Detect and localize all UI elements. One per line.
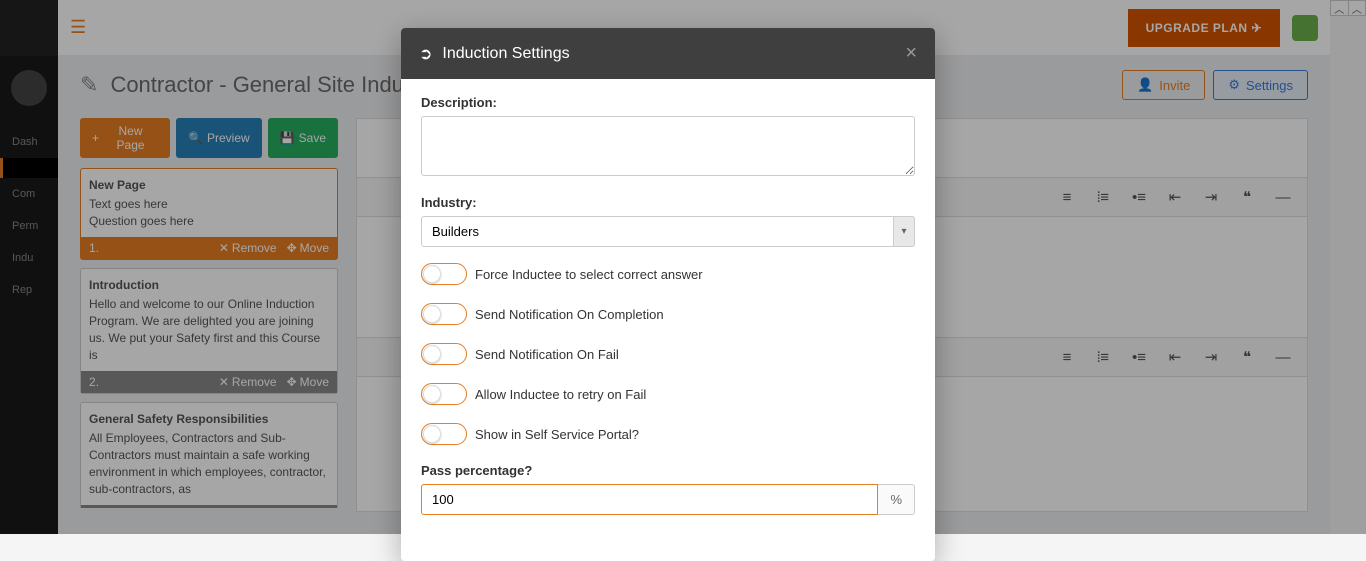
retry-label: Allow Inductee to retry on Fail	[475, 387, 646, 402]
industry-label: Industry:	[421, 195, 915, 210]
force-correct-toggle[interactable]	[421, 263, 467, 285]
notify-complete-toggle-row: Send Notification On Completion	[421, 303, 915, 325]
force-correct-label: Force Inductee to select correct answer	[475, 267, 703, 282]
notify-fail-label: Send Notification On Fail	[475, 347, 619, 362]
notify-complete-label: Send Notification On Completion	[475, 307, 664, 322]
notify-fail-toggle[interactable]	[421, 343, 467, 365]
industry-group: Industry: Builders ▾	[421, 195, 915, 247]
close-icon[interactable]: ×	[905, 42, 917, 65]
modal-body: Description: Industry: Builders ▾ Force …	[401, 79, 935, 561]
notify-fail-toggle-row: Send Notification On Fail	[421, 343, 915, 365]
pass-percentage-group: Pass percentage? %	[421, 463, 915, 515]
notify-complete-toggle[interactable]	[421, 303, 467, 325]
portal-label: Show in Self Service Portal?	[475, 427, 639, 442]
login-icon: ➲	[419, 44, 432, 64]
portal-toggle[interactable]	[421, 423, 467, 445]
portal-toggle-row: Show in Self Service Portal?	[421, 423, 915, 445]
retry-toggle[interactable]	[421, 383, 467, 405]
description-textarea[interactable]	[421, 116, 915, 176]
pass-percentage-input[interactable]	[421, 484, 878, 515]
retry-toggle-row: Allow Inductee to retry on Fail	[421, 383, 915, 405]
settings-modal: ➲ Induction Settings × Description: Indu…	[401, 28, 935, 561]
percent-addon: %	[878, 484, 915, 515]
description-group: Description:	[421, 95, 915, 179]
pass-percentage-label: Pass percentage?	[421, 463, 915, 478]
modal-title: Induction Settings	[442, 45, 569, 63]
industry-select[interactable]: Builders	[421, 216, 915, 247]
modal-header: ➲ Induction Settings ×	[401, 28, 935, 79]
description-label: Description:	[421, 95, 915, 110]
force-correct-toggle-row: Force Inductee to select correct answer	[421, 263, 915, 285]
